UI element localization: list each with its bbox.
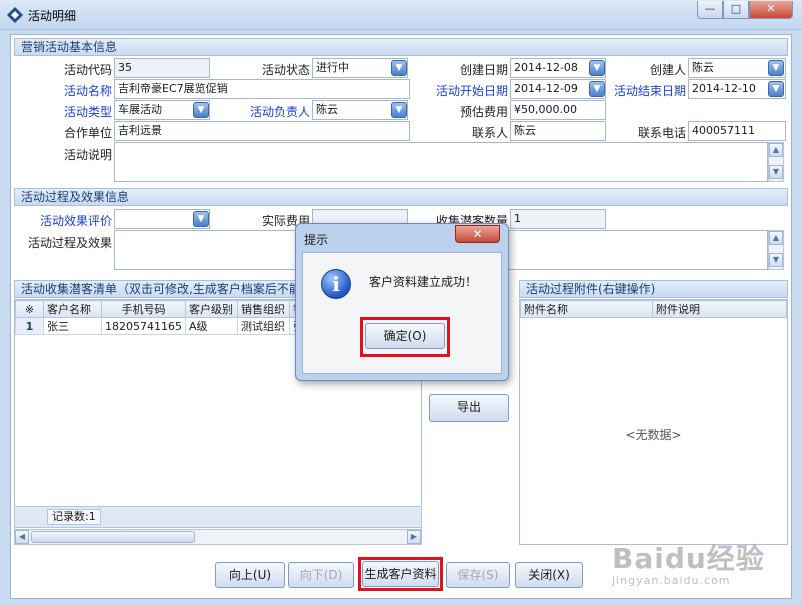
app-logo-icon [7,7,23,23]
activity-status-label: 活动状态 [261,63,310,77]
grid-footer: 记录数:1 [14,506,422,528]
col-level[interactable]: 客户级别 [184,300,238,318]
effect-label: 活动过程及效果 [27,236,112,250]
activity-owner-label: 活动负责人 [249,105,310,119]
col-sales-org[interactable]: 销售组织 [236,300,290,318]
scroll-right-icon[interactable]: ▶ [407,530,421,544]
contact-label: 联系人 [471,126,508,140]
empty-state: <无数据> [625,428,682,442]
created-date-label: 创建日期 [459,63,508,77]
col-marker[interactable]: ※ [15,300,44,318]
budget-field[interactable]: ¥50,000.00 [510,100,606,120]
start-date-label: 活动开始日期 [435,84,508,98]
attachments-grid: 附件名称 附件说明 <无数据> [519,299,788,545]
end-date-label: 活动结束日期 [613,84,686,98]
activity-status-value: 进行中 [316,61,349,74]
ok-button[interactable]: 确定(O) [365,323,445,349]
watermark: Baidu经验 jingyan.baidu.com [612,537,765,587]
maximize-button[interactable]: □ [723,1,749,19]
activity-name-label: 活动名称 [63,84,112,98]
chevron-down-icon[interactable]: ▼ [768,60,784,76]
dialog-body: i 客户资料建立成功！ 确定(O) [302,252,502,374]
partner-field[interactable]: 吉利远景 [114,121,410,141]
scroll-down-icon[interactable]: ▼ [769,165,783,179]
description-scrollbar[interactable]: ▲ ▼ [768,142,784,182]
created-date-value: 2014-12-08 [514,61,578,74]
col-attachment-name[interactable]: 附件名称 [520,300,653,318]
attachments-header-row: 附件名称 附件说明 [520,300,787,318]
chevron-down-icon[interactable]: ▼ [391,102,407,118]
close-button[interactable]: 关闭(X) [515,562,583,588]
save-button[interactable]: 保存(S) [446,562,510,588]
effect-scrollbar[interactable]: ▲ ▼ [768,230,784,270]
activity-name-field[interactable]: 吉利帝豪EC7展览促销 [114,79,410,99]
creator-value: 陈云 [692,61,714,74]
attachments-header: 活动过程附件(右键操作) [519,280,788,298]
activity-type-label: 活动类型 [63,105,112,119]
record-count: 记录数:1 [47,509,101,525]
process-info-header: 活动过程及效果信息 [14,188,788,206]
dialog-title: 提示 [304,233,329,247]
effect-eval-label: 活动效果评价 [39,214,112,228]
start-date-value: 2014-12-09 [514,82,578,95]
chevron-down-icon[interactable]: ▼ [589,60,605,76]
activity-code-label: 活动代码 [63,63,112,77]
collected-count-field[interactable]: 1 [510,209,606,229]
prev-button[interactable]: 向上(U) [215,562,285,588]
dialog-message: 客户资料建立成功！ [369,275,478,289]
scroll-down-icon[interactable]: ▼ [769,253,783,267]
row-number: 1 [15,317,44,335]
scroll-thumb[interactable] [31,531,195,543]
scroll-up-icon[interactable]: ▲ [769,231,783,245]
window-title: 活动明细 [28,9,77,23]
generate-customer-button[interactable]: 生成客户资料 [362,561,439,587]
cell-phone[interactable]: 18205741165 [101,317,186,335]
horizontal-scrollbar[interactable]: ◀ ▶ [14,529,422,545]
phone-label: 联系电话 [637,126,686,140]
dialog-close-button[interactable]: ✕ [455,225,500,243]
phone-field[interactable]: 400057111 [688,121,786,141]
cell-level[interactable]: A级 [184,317,238,335]
chevron-down-icon[interactable]: ▼ [193,211,209,227]
partner-label: 合作单位 [63,126,112,140]
watermark-logo: Baidu经验 [612,542,765,575]
creator-label: 创建人 [649,63,686,77]
description-textarea[interactable] [114,142,768,182]
chevron-down-icon[interactable]: ▼ [193,102,209,118]
next-button[interactable]: 向下(D) [288,562,354,588]
export-button[interactable]: 导出 [429,394,509,422]
scroll-left-icon[interactable]: ◀ [15,530,29,544]
scroll-up-icon[interactable]: ▲ [769,143,783,157]
chevron-down-icon[interactable]: ▼ [391,60,407,76]
cell-customer-name[interactable]: 张三 [43,317,102,335]
chevron-down-icon[interactable]: ▼ [589,81,605,97]
activity-owner-value: 陈云 [316,103,338,116]
attachments-table: 附件名称 附件说明 [520,300,787,318]
contact-field[interactable]: 陈云 [510,121,606,141]
window-close-button[interactable]: ✕ [749,1,793,19]
budget-label: 预估费用 [459,105,508,119]
col-customer-name[interactable]: 客户名称 [43,300,102,318]
info-icon: i [321,269,351,299]
description-label: 活动说明 [63,148,112,162]
chevron-down-icon[interactable]: ▼ [768,81,784,97]
title-bar: 活动明细 — □ ✕ [0,0,802,30]
activity-code-field[interactable]: 35 [114,58,210,78]
message-dialog: 提示 ✕ i 客户资料建立成功！ 确定(O) [295,223,509,381]
cell-sales-org[interactable]: 测试组织 [236,317,290,335]
end-date-value: 2014-12-10 [692,82,756,95]
basic-info-header: 营销活动基本信息 [14,38,788,56]
col-phone[interactable]: 手机号码 [101,300,186,318]
col-attachment-desc[interactable]: 附件说明 [652,300,787,318]
activity-type-value: 车展活动 [118,103,162,116]
minimize-button[interactable]: — [697,1,723,19]
